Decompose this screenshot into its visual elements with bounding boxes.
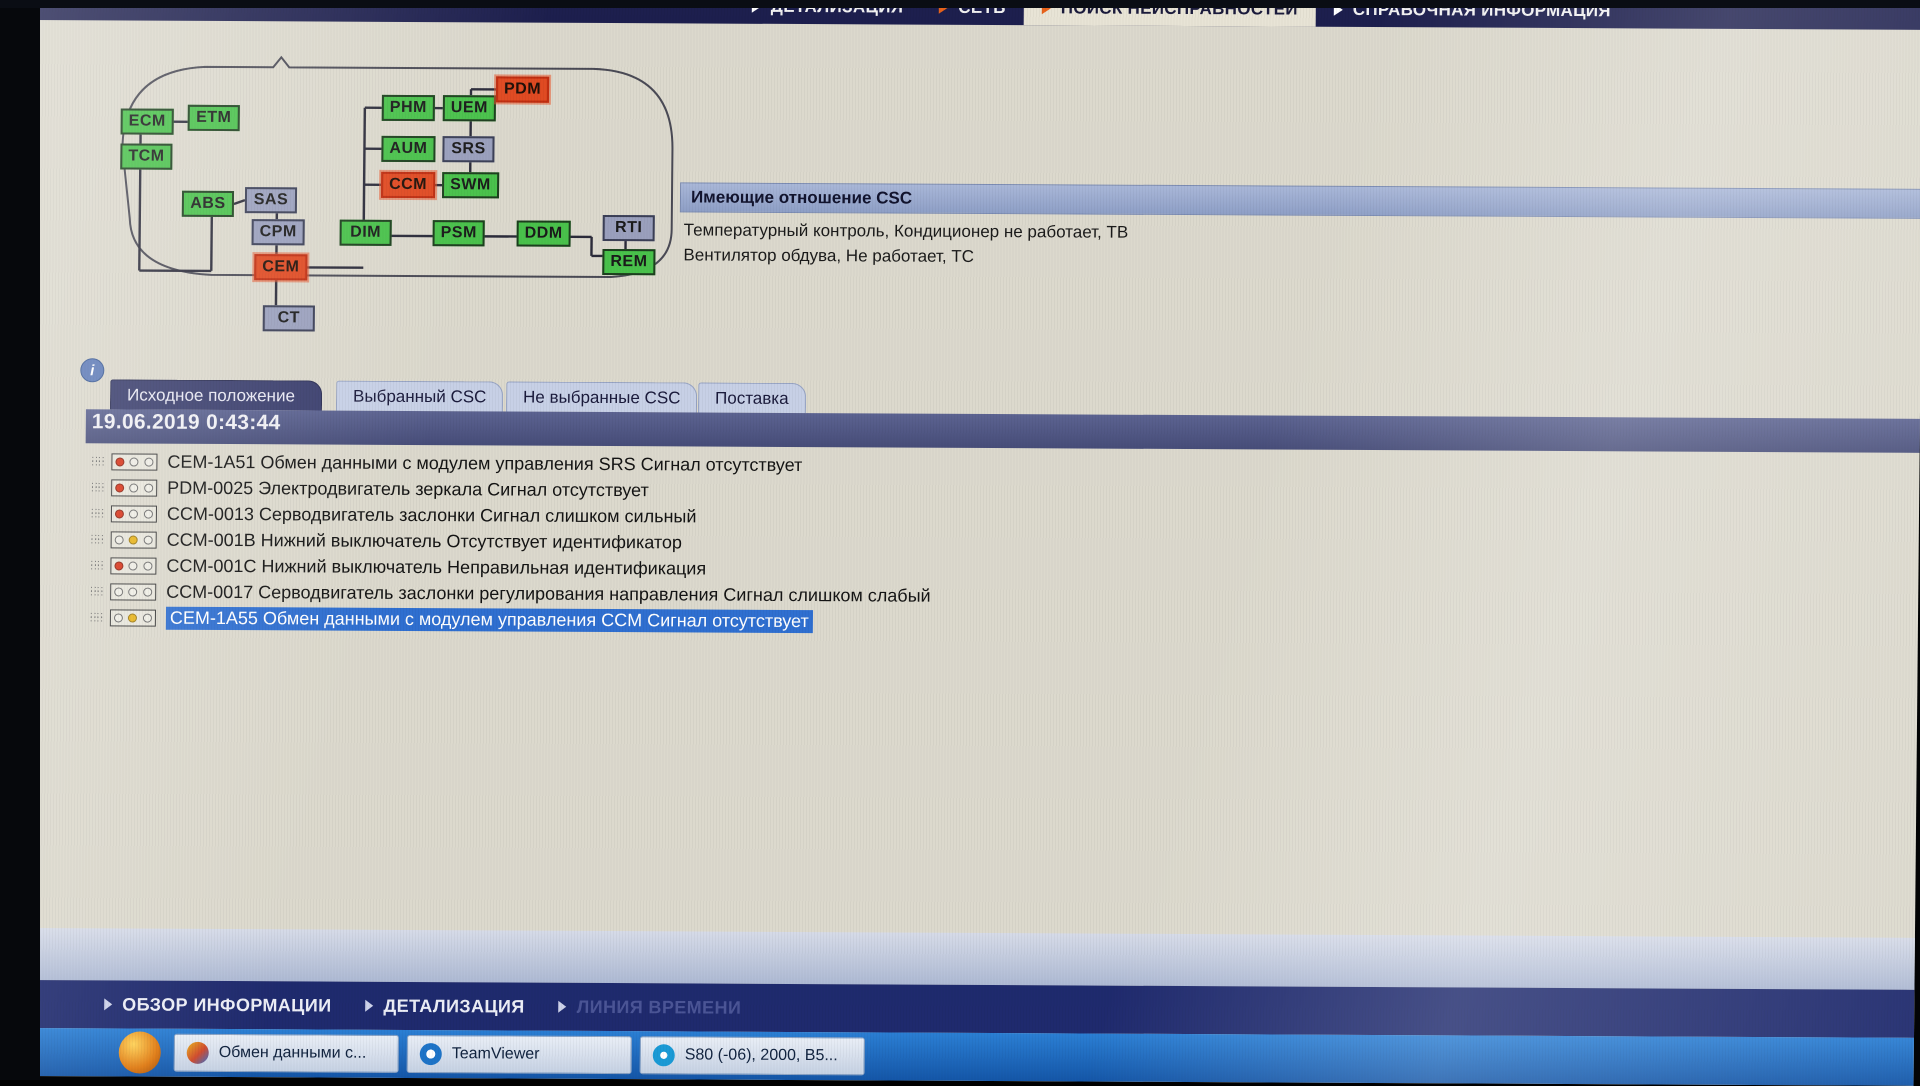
diagram-node-ddm[interactable]: DDM bbox=[517, 221, 571, 247]
diagram-node-phm[interactable]: PHM bbox=[382, 95, 435, 121]
taskbar-label: S80 (-06), 2000, B5... bbox=[685, 1046, 838, 1065]
diagram-node-psm[interactable]: PSM bbox=[433, 220, 485, 246]
fault-text: CEM-1A55 Обмен данными с модулем управле… bbox=[166, 606, 813, 632]
fault-text: CCM-0017 Серводвигатель заслонки регулир… bbox=[166, 581, 931, 606]
status-led-group bbox=[111, 531, 157, 548]
bottom-nav-item-2[interactable]: ЛИНИЯ ВРЕМЕНИ bbox=[559, 996, 742, 1018]
status-led-off bbox=[145, 457, 154, 466]
diagram-node-sas[interactable]: SAS bbox=[245, 187, 297, 213]
csc-line-2: Вентилятор обдува, Не работает, ТС bbox=[683, 243, 1920, 274]
status-led-off bbox=[129, 587, 138, 596]
status-led-off bbox=[143, 587, 152, 596]
app-icon bbox=[187, 1042, 209, 1064]
diagram-node-dim[interactable]: DIM bbox=[340, 220, 392, 246]
diagram-node-ecm[interactable]: ECM bbox=[121, 108, 174, 134]
taskbar-item-0[interactable]: Обмен данными с... bbox=[174, 1034, 399, 1073]
fault-text: CCM-001C Нижний выключатель Неправильная… bbox=[166, 555, 706, 579]
diagram-node-rti[interactable]: RTI bbox=[603, 215, 655, 241]
status-led-group bbox=[110, 557, 156, 574]
tab-3[interactable]: Поставка bbox=[698, 382, 806, 413]
fault-text: CCM-0013 Серводвигатель заслонки Сигнал … bbox=[167, 503, 697, 527]
bottom-nav-label: ЛИНИЯ ВРЕМЕНИ bbox=[577, 996, 742, 1018]
bottom-nav-label: ОБЗОР ИНФОРМАЦИИ bbox=[122, 994, 331, 1016]
status-led-off bbox=[143, 613, 152, 622]
diagram-node-rem[interactable]: REM bbox=[602, 249, 655, 275]
teamviewer-icon bbox=[420, 1043, 442, 1065]
diagram-node-pdm[interactable]: PDM bbox=[496, 76, 549, 102]
diagram-node-ct[interactable]: CT bbox=[263, 305, 315, 331]
diagram-node-cem[interactable]: CEM bbox=[254, 254, 307, 280]
diagram-node-etm[interactable]: ETM bbox=[188, 105, 240, 131]
taskbar-item-1[interactable]: TeamViewer bbox=[407, 1035, 632, 1074]
status-led-off bbox=[129, 509, 138, 518]
fault-text: PDM-0025 Электродвигатель зеркала Сигнал… bbox=[167, 477, 649, 501]
monitor-bezel-top bbox=[0, 0, 1920, 8]
bottom-nav-item-1[interactable]: ДЕТАЛИЗАЦИЯ bbox=[365, 995, 524, 1017]
status-led-yellow bbox=[128, 613, 137, 622]
status-led-off bbox=[130, 457, 139, 466]
drag-handle-icon[interactable]: ∷∷∷∷ bbox=[84, 561, 110, 569]
taskbar-label: Обмен данными с... bbox=[219, 1044, 367, 1063]
drag-handle-icon[interactable]: ∷∷∷∷ bbox=[85, 509, 111, 517]
drag-handle-icon[interactable]: ∷∷∷∷ bbox=[85, 483, 111, 491]
status-led-off bbox=[144, 509, 153, 518]
diagram-node-cpm[interactable]: CPM bbox=[252, 219, 305, 245]
taskbar-item-2[interactable]: S80 (-06), 2000, B5... bbox=[640, 1036, 865, 1075]
bottom-nav-label: ДЕТАЛИЗАЦИЯ bbox=[383, 995, 524, 1017]
status-led-red bbox=[115, 483, 124, 492]
related-csc-panel: Имеющие отношение CSC Температурный конт… bbox=[679, 182, 1920, 274]
status-led-off bbox=[114, 613, 123, 622]
bottom-nav-item-0[interactable]: ОБЗОР ИНФОРМАЦИИ bbox=[104, 994, 331, 1016]
fault-code-list[interactable]: ∷∷∷∷ CEM-1A51 Обмен данными с модулем упр… bbox=[84, 448, 1920, 640]
windows-taskbar: Обмен данными с... TeamViewer S80 (-06), 2… bbox=[24, 1028, 1914, 1086]
fault-text: CCM-001B Нижний выключатель Отсутствует … bbox=[167, 529, 682, 553]
tab-1[interactable]: Выбранный CSC bbox=[336, 381, 504, 412]
status-led-group bbox=[110, 609, 156, 626]
application-screen: ДЕТАЛИЗАЦИЯ СЕТЬ ПОИСК НЕИСПРАВНОСТЕЙ СП… bbox=[24, 0, 1920, 1086]
status-led-off bbox=[114, 587, 123, 596]
drag-handle-icon[interactable]: ∷∷∷∷ bbox=[84, 613, 110, 621]
drag-handle-icon[interactable]: ∷∷∷∷ bbox=[84, 587, 110, 595]
diagram-node-srs[interactable]: SRS bbox=[442, 136, 494, 162]
diagram-node-uem[interactable]: UEM bbox=[443, 95, 496, 121]
triangle-right-icon bbox=[559, 1001, 567, 1013]
status-led-off bbox=[129, 561, 138, 570]
status-led-off bbox=[144, 535, 153, 544]
drag-handle-icon[interactable]: ∷∷∷∷ bbox=[85, 535, 111, 543]
status-led-red bbox=[115, 509, 124, 518]
status-led-red bbox=[114, 561, 123, 570]
diagram-node-tcm[interactable]: TCM bbox=[120, 143, 172, 169]
status-led-off bbox=[144, 483, 153, 492]
fault-timestamp: 19.06.2019 0:43:44 bbox=[92, 410, 281, 435]
status-led-off bbox=[144, 561, 153, 570]
triangle-right-icon bbox=[365, 1000, 373, 1012]
status-led-off bbox=[130, 483, 139, 492]
ie-icon bbox=[653, 1044, 675, 1066]
csc-panel-body: Температурный контроль, Кондиционер не р… bbox=[679, 212, 1920, 274]
status-led-red bbox=[115, 457, 124, 466]
network-topology-diagram[interactable]: ECM ETM TCM PHM UEMPDM AUM SRS CCM SWM ABS SAS CPM D… bbox=[91, 38, 714, 351]
start-orb-icon[interactable] bbox=[119, 1031, 161, 1073]
tab-2[interactable]: Не выбранные CSC bbox=[506, 381, 698, 412]
triangle-right-icon bbox=[104, 998, 112, 1010]
diagram-node-aum[interactable]: AUM bbox=[381, 136, 435, 162]
taskbar-label: TeamViewer bbox=[452, 1045, 540, 1063]
monitor-bezel-left bbox=[0, 0, 40, 1080]
tab-0[interactable]: Исходное положение bbox=[110, 379, 322, 410]
status-led-group bbox=[110, 583, 156, 600]
status-led-group bbox=[111, 505, 157, 522]
diagram-node-ccm[interactable]: CCM bbox=[381, 172, 435, 198]
status-led-group bbox=[111, 453, 157, 470]
status-led-group bbox=[111, 479, 157, 496]
diagram-node-swm[interactable]: SWM bbox=[442, 172, 499, 198]
drag-handle-icon[interactable]: ∷∷∷∷ bbox=[85, 457, 111, 465]
status-led-off bbox=[114, 535, 123, 544]
status-led-yellow bbox=[129, 535, 138, 544]
fault-text: CEM-1A51 Обмен данными с модулем управле… bbox=[167, 451, 802, 475]
diagram-node-abs[interactable]: ABS bbox=[182, 191, 234, 217]
